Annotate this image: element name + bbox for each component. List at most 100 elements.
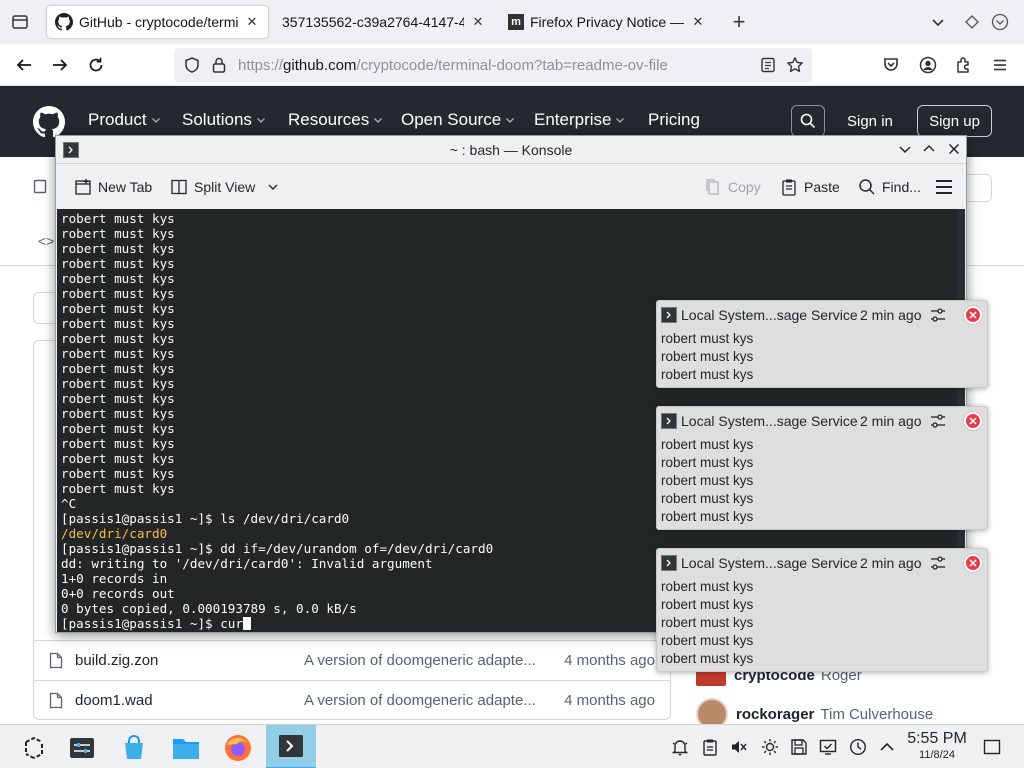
configure-icon[interactable] [929, 306, 947, 324]
chevron-down-icon [899, 146, 911, 154]
notification-message: robert must kys [661, 633, 754, 648]
taskbar-discover[interactable] [114, 729, 154, 767]
notification-close-button[interactable] [964, 554, 982, 572]
window-close-button[interactable] [947, 142, 963, 158]
taskbar-system-settings[interactable] [62, 729, 102, 767]
hamburger-menu-button[interactable] [935, 179, 953, 195]
notification-body: robert must kys robert must kys robert mus… [657, 577, 987, 671]
split-view-label: Split View [194, 179, 256, 195]
close-tab-icon[interactable]: ✕ [244, 14, 260, 30]
account-button[interactable] [916, 53, 940, 77]
contributor-name: Tim Culverhouse [820, 705, 934, 723]
split-view-button[interactable]: Split View [170, 178, 279, 196]
app-menu-button[interactable] [988, 53, 1012, 77]
new-tab-button[interactable]: New Tab [74, 178, 152, 196]
tray-volume[interactable] [729, 737, 749, 757]
nav-open-source[interactable]: Open Source [401, 110, 515, 130]
notification-popup[interactable]: Local System...sage Service 2 min ago robe… [656, 406, 988, 530]
window-maximize-button[interactable] [922, 142, 938, 158]
notification-message: robert must kys [661, 579, 754, 594]
url-bar[interactable]: https://github.com/cryptocode/terminal-d… [174, 48, 812, 82]
new-tab-button[interactable]: + [727, 9, 751, 34]
tab-github[interactable]: GitHub - cryptocode/termi ✕ [47, 6, 268, 38]
reader-view-icon[interactable] [760, 57, 776, 73]
clock-time: 5:55 PM [907, 730, 967, 747]
bookmark-star-icon[interactable] [786, 56, 804, 74]
file-row[interactable]: build.zig.zon A version of doomgeneric a… [33, 640, 671, 680]
nav-enterprise[interactable]: Enterprise [534, 110, 625, 130]
close-icon [948, 143, 960, 155]
tray-brightness[interactable] [760, 737, 780, 757]
file-row[interactable]: doom1.wad A version of doomgeneric adapt… [33, 680, 671, 720]
copy-button[interactable]: Copy [704, 178, 761, 196]
application-launcher[interactable] [14, 729, 54, 767]
notification-close-button[interactable] [964, 306, 982, 324]
tab-title: Firefox Privacy Notice — M [530, 14, 684, 30]
commit-date: 4 months ago [564, 692, 655, 709]
tab-firefox-privacy[interactable]: m Firefox Privacy Notice — M ✕ [500, 6, 714, 38]
notification-popup[interactable]: Local System...sage Service 2 min ago robe… [656, 300, 988, 388]
nav-product[interactable]: Product [88, 110, 161, 130]
clock-date: 11/8/24 [919, 749, 955, 761]
sign-in-link[interactable]: Sign in [847, 113, 893, 130]
nav-pricing[interactable]: Pricing [648, 110, 700, 130]
taskbar-firefox[interactable] [218, 729, 258, 767]
notification-close-button[interactable] [964, 412, 982, 430]
terminal-line: robert must kys [61, 226, 175, 241]
show-desktop-button[interactable] [982, 737, 1002, 757]
list-all-tabs-button[interactable] [926, 10, 950, 34]
sign-up-button[interactable]: Sign up [917, 105, 992, 137]
forward-button[interactable] [48, 53, 72, 77]
notification-message: robert must kys [661, 651, 754, 666]
notification-header: Local System...sage Service 2 min ago [657, 549, 987, 577]
configure-icon[interactable] [929, 554, 947, 572]
file-icon [49, 692, 63, 709]
configure-icon[interactable] [929, 412, 947, 430]
search-button[interactable] [791, 105, 825, 137]
taskbar-dolphin[interactable] [166, 729, 206, 767]
nav-resources[interactable]: Resources [288, 110, 383, 130]
reload-button[interactable] [84, 53, 108, 77]
tray-display[interactable] [818, 737, 838, 757]
file-name[interactable]: doom1.wad [75, 692, 153, 709]
file-name[interactable]: build.zig.zon [75, 652, 158, 669]
tray-updates[interactable] [848, 737, 868, 757]
back-button[interactable] [12, 53, 36, 77]
paste-button[interactable]: Paste [780, 178, 840, 196]
konsole-titlebar[interactable]: ~ : bash — Konsole [56, 136, 966, 164]
account-icon [919, 56, 937, 74]
firefox-view-button[interactable] [960, 10, 984, 34]
close-tab-icon[interactable]: ✕ [470, 14, 486, 30]
tray-expand[interactable] [877, 737, 897, 757]
extensions-button[interactable] [952, 53, 976, 77]
tab-list-button[interactable] [8, 10, 32, 34]
commit-message[interactable]: A version of doomgeneric adapte... [304, 692, 536, 709]
volume-muted-icon [732, 741, 747, 753]
settings-app-icon [70, 738, 94, 758]
display-check-icon [819, 739, 837, 755]
nav-solutions[interactable]: Solutions [182, 110, 266, 130]
split-view-icon [171, 179, 187, 195]
search-icon [800, 113, 816, 129]
tray-clipboard[interactable] [700, 737, 720, 757]
notification-popup[interactable]: Local System...sage Service 2 min ago robe… [656, 548, 988, 672]
show-desktop-icon [983, 739, 1001, 755]
github-logo-icon[interactable] [33, 106, 65, 138]
chevron-down-icon [616, 118, 625, 123]
clock[interactable]: 5:55 PM 11/8/24 [898, 730, 976, 761]
find-button[interactable]: Find... [858, 178, 921, 196]
chevron-down-icon [256, 118, 265, 123]
contributor-login[interactable]: rockorager [736, 706, 814, 723]
pocket-button[interactable] [879, 53, 903, 77]
tab-image[interactable]: 357135562-c39a2764-4147-46 ✕ [274, 6, 494, 38]
window-title: ~ : bash — Konsole [449, 142, 573, 158]
close-tab-icon[interactable]: ✕ [690, 14, 706, 30]
terminal-line: robert must kys [61, 271, 175, 286]
taskbar-konsole[interactable] [266, 725, 316, 768]
window-minimize-button[interactable] [898, 142, 914, 158]
tray-storage[interactable] [789, 737, 809, 757]
terminal-line: robert must kys [61, 286, 175, 301]
minimize-button[interactable] [988, 10, 1012, 34]
tray-notifications[interactable] [670, 737, 690, 757]
commit-message[interactable]: A version of doomgeneric adapte... [304, 652, 536, 669]
